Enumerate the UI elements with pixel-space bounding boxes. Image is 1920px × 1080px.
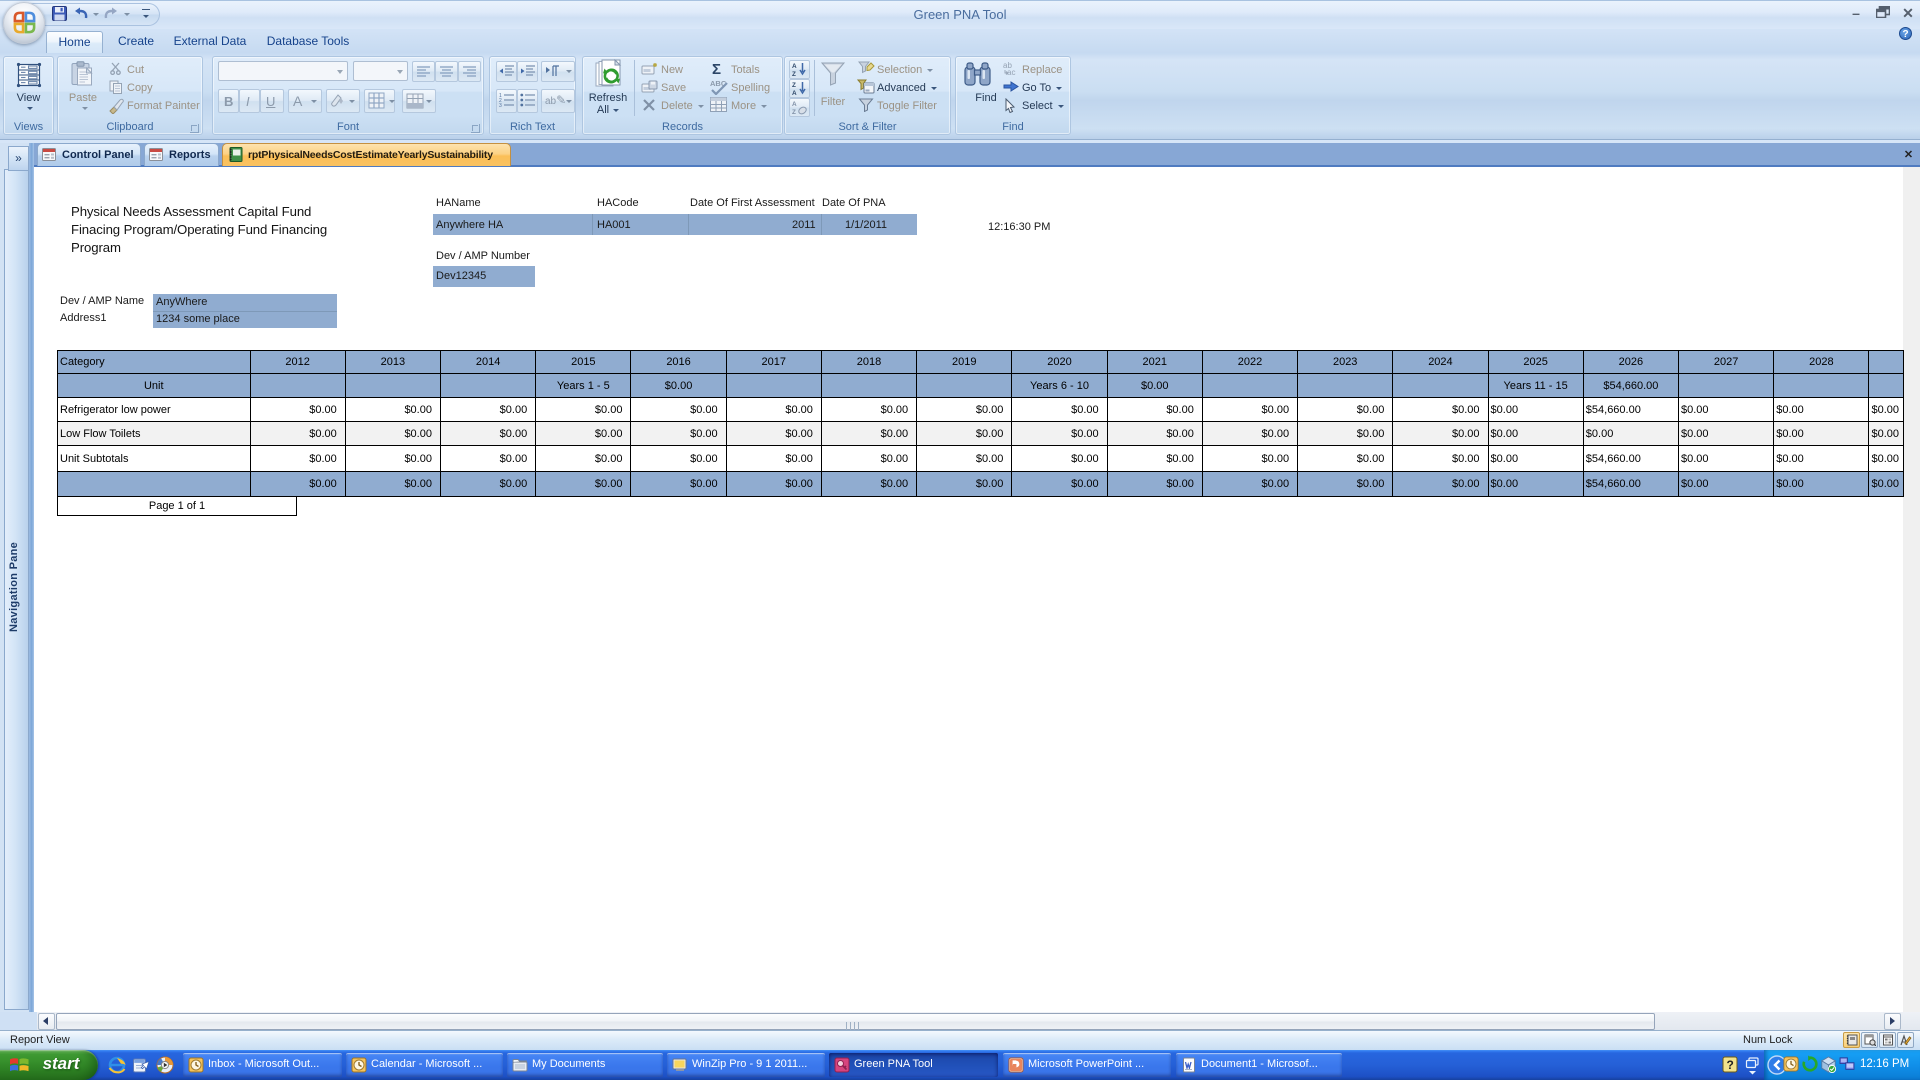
svg-text:?: ? xyxy=(1727,1058,1734,1072)
svg-text:Z: Z xyxy=(792,109,796,115)
svg-text:A: A xyxy=(792,101,797,108)
svg-text:3: 3 xyxy=(499,103,502,108)
svg-text:ac: ac xyxy=(1007,68,1015,76)
svg-text:Z: Z xyxy=(792,82,796,89)
svg-text:Z: Z xyxy=(792,71,796,77)
svg-text:A: A xyxy=(792,90,797,96)
svg-text:A: A xyxy=(792,63,797,70)
